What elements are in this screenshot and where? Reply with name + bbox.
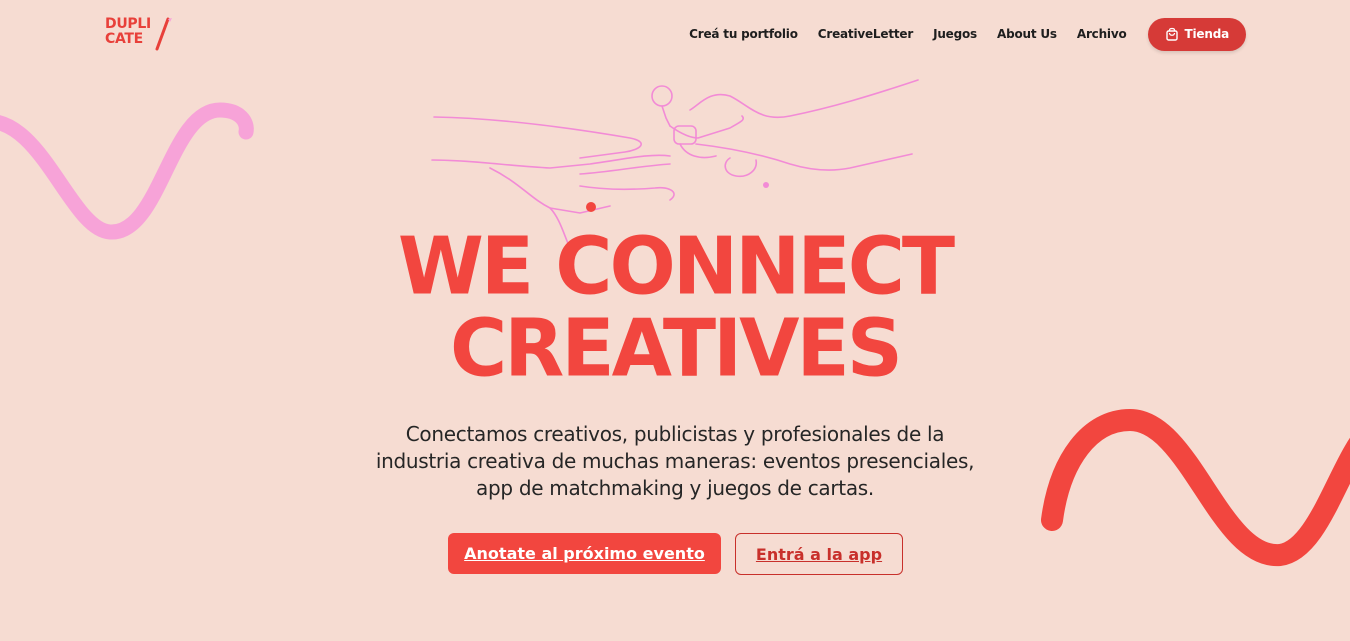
next-event-button[interactable]: Anotate al próximo evento <box>448 533 721 574</box>
brand-logo[interactable]: DUPLI CATE <box>105 16 175 52</box>
shop-button[interactable]: Tienda <box>1147 17 1246 51</box>
brand-logo-line1: DUPLI <box>105 16 151 32</box>
shop-button-label: Tienda <box>1184 27 1230 41</box>
brand-logo-line2: CATE <box>105 31 143 47</box>
main-nav: Creá tu portfolio CreativeLetter Juegos … <box>689 17 1246 51</box>
pencil-icon <box>155 17 172 51</box>
nav-link-portfolio[interactable]: Creá tu portfolio <box>689 27 798 41</box>
nav-link-creativeletter[interactable]: CreativeLetter <box>818 27 913 41</box>
shopping-bag-icon <box>1165 27 1178 41</box>
nav-link-archivo[interactable]: Archivo <box>1077 27 1127 41</box>
hero-description: Conectamos creativos, publicistas y prof… <box>375 422 975 500</box>
nav-link-about-us[interactable]: About Us <box>997 27 1057 41</box>
nav-link-juegos[interactable]: Juegos <box>933 27 977 41</box>
enter-app-button[interactable]: Entrá a la app <box>735 533 903 575</box>
hero-title-line2: CREATIVES <box>450 302 903 395</box>
hero-title-line1: WE CONNECT <box>397 221 955 314</box>
hero-title: WE CONNECT CREATIVES <box>0 226 1350 389</box>
red-squiggle-decoration <box>1041 408 1350 566</box>
